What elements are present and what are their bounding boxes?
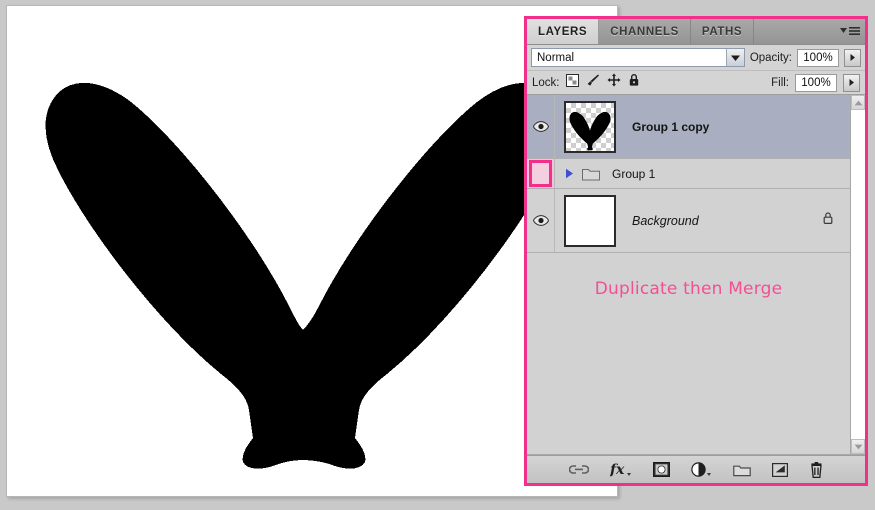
lock-icons-group bbox=[565, 73, 640, 92]
opacity-stepper-icon[interactable] bbox=[844, 48, 861, 67]
layers-bottom-toolbar: fx bbox=[527, 455, 865, 483]
lock-label: Lock: bbox=[532, 76, 560, 89]
layer-row-background[interactable]: Background bbox=[527, 189, 850, 253]
screenshot-root: LAYERS CHANNELS PATHS Normal Opacity: 10… bbox=[0, 0, 875, 510]
blend-opacity-row: Normal Opacity: 100% bbox=[527, 45, 865, 71]
fill-input[interactable]: 100% bbox=[795, 73, 837, 92]
tab-layers[interactable]: LAYERS bbox=[527, 19, 600, 44]
scroll-up-button[interactable] bbox=[851, 95, 865, 110]
blend-mode-select[interactable]: Normal bbox=[531, 48, 745, 67]
fill-label: Fill: bbox=[771, 76, 789, 89]
layer-list-scrollbar[interactable] bbox=[850, 95, 865, 454]
lock-transparent-pixels-icon[interactable] bbox=[565, 73, 579, 92]
tab-paths[interactable]: PATHS bbox=[690, 19, 755, 44]
layer-name-background[interactable]: Background bbox=[632, 214, 822, 228]
scroll-down-button[interactable] bbox=[851, 439, 865, 454]
layers-panel: LAYERS CHANNELS PATHS Normal Opacity: 10… bbox=[524, 16, 868, 486]
padlock-icon bbox=[822, 211, 834, 230]
annotation-highlight-box bbox=[529, 160, 552, 187]
chevron-down-icon[interactable] bbox=[725, 49, 744, 66]
lock-position-icon[interactable] bbox=[607, 73, 621, 92]
tab-channels[interactable]: CHANNELS bbox=[599, 19, 691, 44]
layer-thumbnail-group-1-copy[interactable] bbox=[564, 100, 616, 153]
tab-strip-filler bbox=[754, 19, 835, 44]
thumbnail-butterfly-icon bbox=[569, 111, 611, 150]
adjustment-layer-button[interactable] bbox=[690, 462, 712, 477]
panel-menu-icon[interactable] bbox=[835, 19, 865, 44]
lock-image-pixels-icon[interactable] bbox=[586, 73, 600, 92]
layer-name-group-1[interactable]: Group 1 bbox=[612, 167, 850, 181]
layer-row-group-1-copy[interactable]: Group 1 copy bbox=[527, 95, 850, 159]
panel-tab-strip: LAYERS CHANNELS PATHS bbox=[527, 19, 865, 45]
folder-icon bbox=[582, 167, 600, 181]
layer-list: Group 1 copy Group 1 Background Duplicat… bbox=[527, 95, 850, 454]
expand-triangle-icon[interactable] bbox=[565, 168, 574, 179]
blend-mode-value: Normal bbox=[537, 51, 575, 64]
new-group-button[interactable] bbox=[732, 463, 751, 477]
opacity-label: Opacity: bbox=[749, 51, 792, 64]
eye-icon bbox=[532, 215, 549, 226]
white-thumbnail-fill bbox=[566, 196, 614, 245]
link-layers-button[interactable] bbox=[568, 464, 589, 475]
layer-list-area: Group 1 copy Group 1 Background Duplicat… bbox=[527, 95, 865, 455]
fill-stepper-icon[interactable] bbox=[843, 73, 860, 92]
opacity-input[interactable]: 100% bbox=[797, 48, 839, 67]
visibility-toggle-group-1[interactable] bbox=[527, 159, 555, 188]
layer-mask-button[interactable] bbox=[652, 462, 670, 477]
layer-style-button[interactable]: fx bbox=[610, 462, 632, 477]
annotation-area: Duplicate then Merge bbox=[527, 253, 850, 299]
delete-layer-button[interactable] bbox=[809, 461, 824, 478]
new-layer-button[interactable] bbox=[771, 462, 788, 477]
eye-icon bbox=[532, 121, 549, 132]
lock-fill-row: Lock: Fill: 100% bbox=[527, 71, 865, 95]
svg-text:fx: fx bbox=[610, 462, 625, 477]
annotation-label: Duplicate then Merge bbox=[594, 279, 783, 299]
lock-all-icon[interactable] bbox=[628, 73, 640, 92]
visibility-toggle-group-1-copy[interactable] bbox=[527, 95, 555, 158]
layer-thumbnail-background[interactable] bbox=[564, 194, 616, 247]
scrollbar-track[interactable] bbox=[851, 110, 865, 439]
layer-row-group-1[interactable]: Group 1 bbox=[527, 159, 850, 189]
visibility-toggle-background[interactable] bbox=[527, 189, 555, 252]
layer-name-group-1-copy[interactable]: Group 1 copy bbox=[632, 120, 850, 134]
